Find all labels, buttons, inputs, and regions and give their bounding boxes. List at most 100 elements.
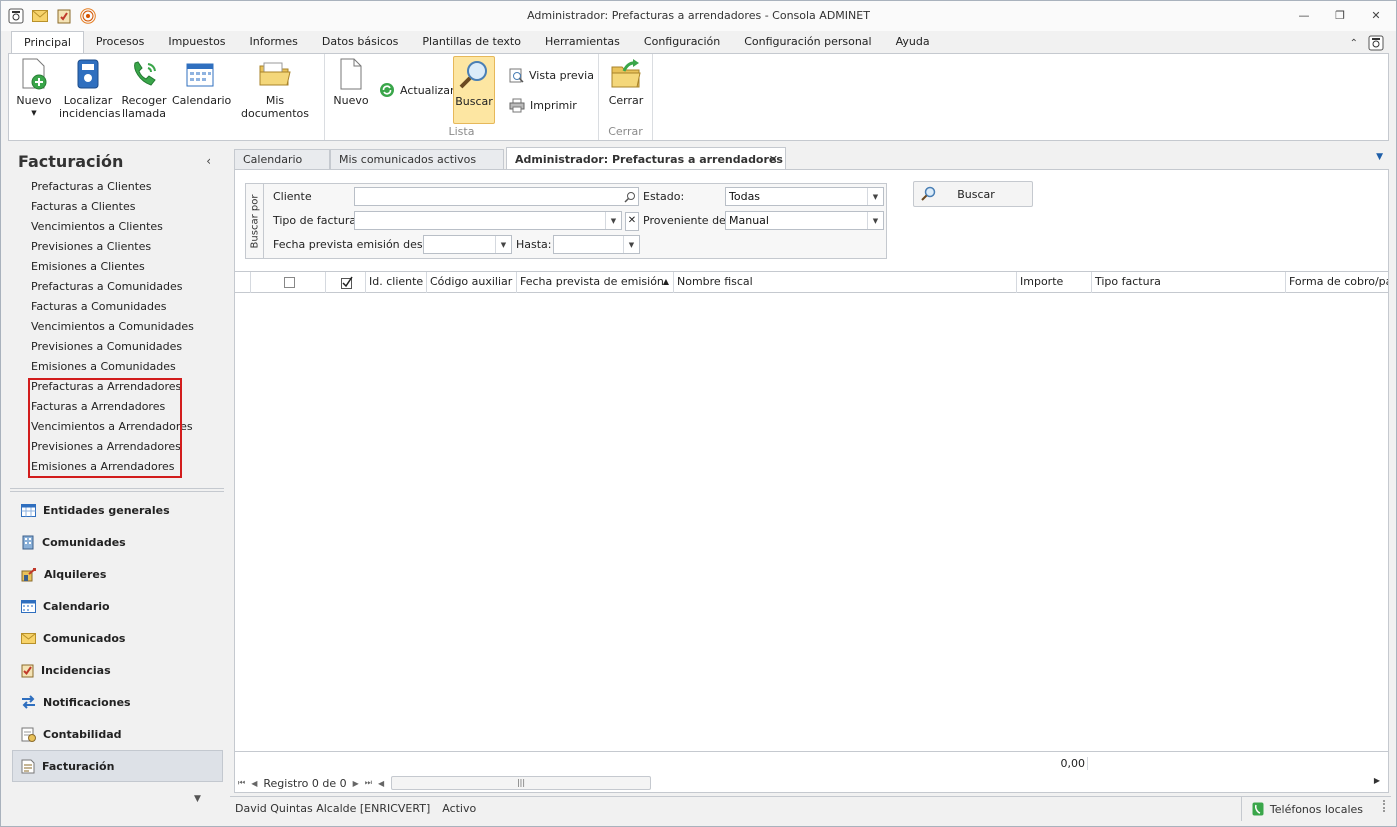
first-page-icon[interactable]: ⏮ (238, 778, 245, 788)
ribbon-tab-configuracion[interactable]: Configuración (632, 31, 732, 53)
nav-section-comunidades[interactable]: Comunidades (8, 526, 227, 558)
proveniente-select[interactable]: Manual ▼ (725, 211, 884, 230)
nav-link-emisiones-clientes[interactable]: Emisiones a Clientes (31, 260, 194, 280)
next-page-icon[interactable]: ▶ (353, 779, 359, 788)
nav-section-comunicados[interactable]: Comunicados (8, 622, 227, 654)
cerrar-group-label: Cerrar (608, 125, 643, 138)
ribbon-tab-principal[interactable]: Principal (11, 31, 84, 53)
doc-tab-mis-comunicados[interactable]: Mis comunicados activos (330, 149, 504, 170)
ribbon-tab-config-personal[interactable]: Configuración personal (732, 31, 883, 53)
scroll-right-icon[interactable]: ▶ (1374, 776, 1380, 785)
actualizar-label: Actualizar (400, 83, 455, 97)
cliente-input[interactable] (354, 187, 639, 206)
nav-section-label: Alquileres (44, 567, 107, 581)
close-icon[interactable]: ✕ (1366, 7, 1386, 23)
app-icon[interactable] (1368, 35, 1384, 51)
checked-column-icon[interactable] (326, 272, 366, 293)
ribbon-tab-impuestos[interactable]: Impuestos (156, 31, 237, 53)
col-importe[interactable]: Importe (1017, 272, 1092, 293)
nav-section-incidencias[interactable]: Incidencias (8, 654, 227, 686)
nav-section-contabilidad[interactable]: Contabilidad (8, 718, 227, 750)
nav-section-notificaciones[interactable]: Notificaciones (8, 686, 227, 718)
select-all-checkbox[interactable] (251, 272, 326, 293)
minimize-icon[interactable]: — (1294, 7, 1314, 23)
doc-tab-calendario[interactable]: Calendario (234, 149, 330, 170)
envelope-icon (21, 632, 36, 644)
chevron-down-icon[interactable]: ▼ (623, 236, 639, 253)
telefonos-locales-button[interactable]: Teléfonos locales (1240, 797, 1391, 821)
nav-link-facturas-comunidades[interactable]: Facturas a Comunidades (31, 300, 194, 320)
localizar-incidencias-button[interactable]: Localizar incidencias (59, 58, 121, 120)
ribbon-tab-procesos[interactable]: Procesos (84, 31, 156, 53)
fecha-hasta-input[interactable]: ▼ (553, 235, 640, 254)
nav-section-label: Incidencias (41, 663, 111, 677)
close-tab-icon[interactable]: ✕ (769, 148, 778, 171)
nav-overflow-icon[interactable]: ▼ (194, 794, 201, 804)
col-codigo-auxiliar[interactable]: Código auxiliar (427, 272, 517, 293)
ribbon-tab-ayuda[interactable]: Ayuda (884, 31, 942, 53)
col-tipo-factura[interactable]: Tipo factura (1092, 272, 1286, 293)
nav-link-prefacturas-clientes[interactable]: Prefacturas a Clientes (31, 180, 194, 200)
nav-section-entidades[interactable]: Entidades generales (8, 494, 227, 526)
table-icon (21, 503, 36, 517)
imprimir-button[interactable]: Imprimir (509, 98, 577, 113)
doc-tab-prefacturas-arrendadores[interactable]: Administrador: Prefacturas a arrendadore… (506, 147, 786, 170)
calendar-icon (21, 599, 36, 613)
search-icon (920, 186, 936, 202)
tipo-factura-select[interactable]: ▼ (354, 211, 622, 230)
search-icon[interactable] (622, 188, 638, 205)
col-fecha-prevista[interactable]: Fecha prevista de emisión ▲ (517, 272, 674, 293)
ribbon-buscar-button[interactable]: Buscar (453, 56, 495, 124)
nav-title: Facturación (18, 152, 124, 171)
nav-splitter[interactable] (10, 488, 224, 492)
col-forma-cobro[interactable]: Forma de cobro/pag (1286, 272, 1388, 293)
nav-section-alquileres[interactable]: Alquileres (8, 558, 227, 590)
lista-group-label: Lista (448, 125, 475, 138)
horizontal-scrollbar[interactable]: ||| (391, 776, 651, 790)
clear-icon[interactable]: ✕ (625, 212, 639, 231)
recoger-llamada-button[interactable]: Recoger llamada (119, 58, 169, 120)
nav-section-facturacion[interactable]: Facturación (12, 750, 223, 782)
last-page-icon[interactable]: ⏭ (365, 778, 372, 788)
nav-link-facturas-clientes[interactable]: Facturas a Clientes (31, 200, 194, 220)
col-id-cliente[interactable]: Id. cliente (366, 272, 427, 293)
nav-link-previsiones-comunidades[interactable]: Previsiones a Comunidades (31, 340, 194, 360)
chevron-down-icon[interactable]: ▼ (495, 236, 511, 253)
fecha-desde-input[interactable]: ▼ (423, 235, 512, 254)
nuevo-button[interactable]: Nuevo ▼ (13, 58, 55, 120)
mis-documentos-button[interactable]: Mis documentos (233, 58, 317, 120)
status-state: Activo (442, 802, 477, 815)
ribbon-tab-herramientas[interactable]: Herramientas (533, 31, 632, 53)
incidencias-label: incidencias (59, 107, 121, 120)
ribbon-tab-plantillas[interactable]: Plantillas de texto (410, 31, 533, 53)
nav-section-calendario[interactable]: Calendario (8, 590, 227, 622)
nav-link-vencimientos-comunidades[interactable]: Vencimientos a Comunidades (31, 320, 194, 340)
buscar-button[interactable]: Buscar (913, 181, 1033, 207)
nav-link-previsiones-clientes[interactable]: Previsiones a Clientes (31, 240, 194, 260)
lista-nuevo-button[interactable]: Nuevo (331, 58, 371, 107)
actualizar-button[interactable]: Actualizar (379, 82, 455, 98)
resize-grip[interactable] (1379, 800, 1385, 812)
collapse-ribbon-icon[interactable]: ⌃ (1350, 38, 1358, 49)
calendario-button[interactable]: Calendario (172, 58, 231, 107)
title-bar: Administrador: Prefacturas a arrendadore… (1, 1, 1396, 31)
ribbon-tab-datos-basicos[interactable]: Datos básicos (310, 31, 411, 53)
chevron-down-icon[interactable]: ▼ (605, 212, 621, 229)
vista-previa-button[interactable]: Vista previa (509, 68, 594, 83)
chevron-down-icon[interactable]: ▼ (867, 212, 883, 229)
col-nombre-fiscal[interactable]: Nombre fiscal (674, 272, 1017, 293)
magnifier-icon (458, 59, 490, 91)
chevron-down-icon[interactable]: ▼ (867, 188, 883, 205)
ribbon-tab-informes[interactable]: Informes (238, 31, 310, 53)
nav-link-vencimientos-clientes[interactable]: Vencimientos a Clientes (31, 220, 194, 240)
nav-link-emisiones-comunidades[interactable]: Emisiones a Comunidades (31, 360, 194, 380)
window-controls: — ❐ ✕ (1294, 7, 1386, 23)
cerrar-button[interactable]: Cerrar (605, 58, 647, 107)
restore-icon[interactable]: ❐ (1330, 7, 1350, 23)
estado-select[interactable]: Todas ▼ (725, 187, 884, 206)
chevron-left-icon[interactable]: ‹ (206, 154, 211, 168)
scroll-left-icon[interactable]: ◀ (378, 779, 384, 788)
previous-page-icon[interactable]: ◀ (251, 779, 257, 788)
nav-link-prefacturas-comunidades[interactable]: Prefacturas a Comunidades (31, 280, 194, 300)
tab-list-dropdown-icon[interactable]: ▼ (1376, 152, 1383, 162)
